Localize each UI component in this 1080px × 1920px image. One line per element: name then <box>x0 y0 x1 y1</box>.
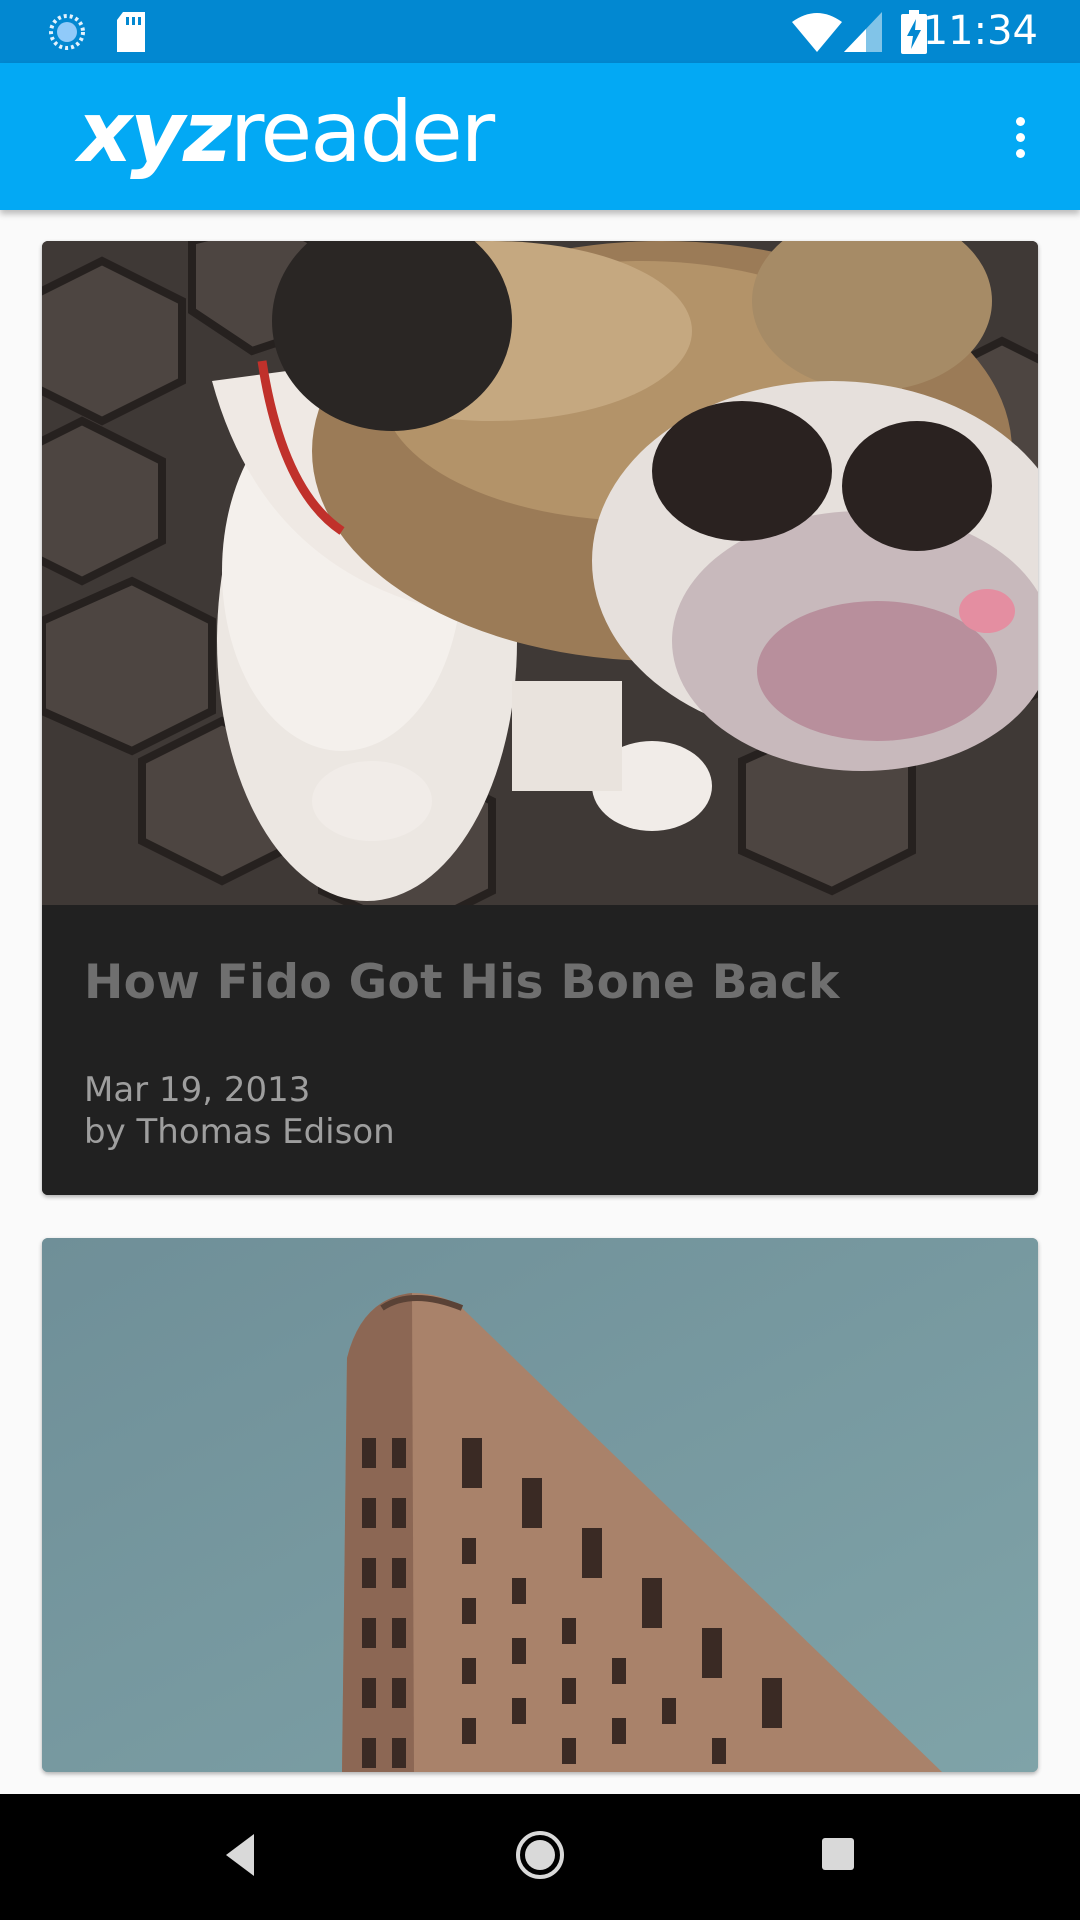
article-title: How Fido Got His Bone Back <box>84 955 840 1010</box>
article-card[interactable] <box>42 1238 1038 1772</box>
app-logo: xyzreader <box>78 83 495 181</box>
article-thumbnail <box>42 241 1038 905</box>
recents-icon[interactable] <box>820 1836 856 1872</box>
navigation-bar <box>0 1794 1080 1920</box>
article-meta: How Fido Got His Bone Back Mar 19, 2013 … <box>42 905 1038 1195</box>
logo-light-part: reader <box>229 83 495 181</box>
wifi-icon <box>792 13 842 52</box>
overflow-menu-icon <box>1016 117 1025 126</box>
article-author: by Thomas Edison <box>84 1112 395 1152</box>
logo-bold-part: xyz <box>78 83 232 181</box>
status-bar: 11:34 <box>0 0 1080 63</box>
overflow-menu-button[interactable] <box>990 107 1050 167</box>
status-time: 11:34 <box>922 8 1038 54</box>
home-icon[interactable] <box>514 1829 566 1881</box>
article-thumbnail <box>42 1238 1038 1772</box>
article-card[interactable]: How Fido Got His Bone Back Mar 19, 2013 … <box>42 241 1038 1195</box>
sd-card-icon <box>117 12 145 52</box>
signal-icon <box>844 12 882 52</box>
back-icon[interactable] <box>220 1830 260 1880</box>
article-date: Mar 19, 2013 <box>84 1070 311 1110</box>
app-bar: xyzreader <box>0 63 1080 210</box>
sync-icon <box>49 14 85 50</box>
